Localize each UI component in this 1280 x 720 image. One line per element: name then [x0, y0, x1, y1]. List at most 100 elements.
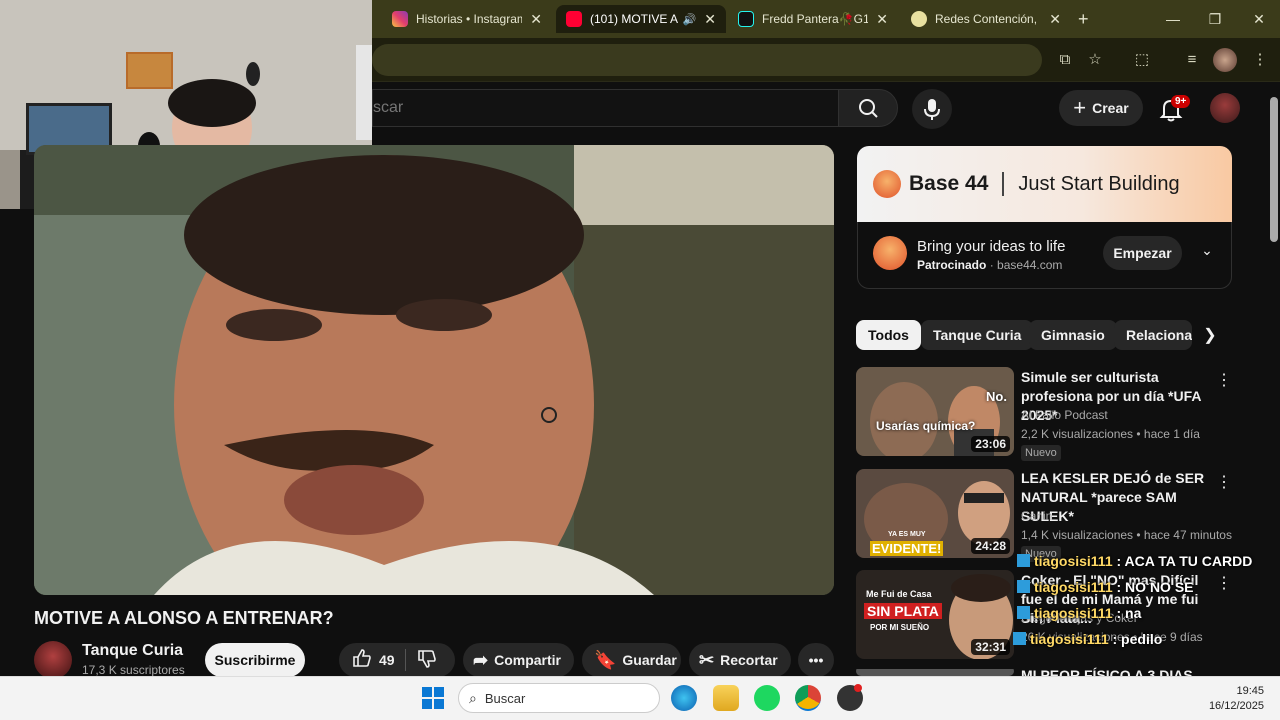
chat-text: : pedilo	[1112, 631, 1163, 647]
rec-thumbnail[interactable]	[856, 666, 1014, 676]
like-button[interactable]	[351, 647, 373, 674]
windows-start-icon[interactable]	[422, 687, 444, 709]
chat-platform-icon	[1017, 554, 1030, 567]
clock-time[interactable]: 19:45	[1200, 685, 1264, 697]
ad-headline[interactable]: Bring your ideas to life	[917, 238, 1065, 255]
address-bar[interactable]	[372, 44, 1042, 76]
chat-username: tiagosisi111	[1030, 631, 1109, 647]
video-frame	[34, 145, 834, 595]
extensions-icon[interactable]: ⬚	[1130, 48, 1154, 72]
video-duration: 32:31	[971, 639, 1010, 655]
scrollbar-thumb[interactable]	[1270, 97, 1278, 242]
restore-icon[interactable]: ❐	[1200, 8, 1230, 30]
plus-icon: +	[1073, 95, 1087, 120]
voice-search-button[interactable]	[912, 89, 952, 129]
search-button[interactable]	[838, 89, 898, 127]
bookmark-icon: 🔖	[594, 649, 617, 670]
chevron-down-icon[interactable]: ⌄	[1197, 242, 1217, 262]
rec-title[interactable]: MI PEOR FÍSICO A 3 DIAS DE	[1021, 666, 1211, 676]
create-button[interactable]: + Crear	[1059, 90, 1143, 126]
rec-channel[interactable]: Canin	[1021, 509, 1052, 523]
search-icon: ⌕	[469, 689, 477, 706]
tab-title: Redes Contención, Ba	[935, 12, 1041, 26]
ad-advertiser-icon[interactable]	[873, 236, 907, 270]
chat-text: : ACA TA TU CARDD	[1116, 553, 1253, 569]
more-vertical-icon[interactable]: ⋮	[1216, 472, 1232, 492]
new-badge: Nuevo	[1021, 445, 1061, 461]
chip-gimnasio[interactable]: Gimnasio	[1029, 320, 1117, 350]
chat-message: tiagosisi111 : ACA TA TU CARDD	[1017, 553, 1252, 569]
microphone-icon	[924, 99, 940, 120]
ad-meta: Patrocinado · base44.com	[917, 258, 1062, 272]
minimize-icon[interactable]: —	[1158, 8, 1188, 30]
more-actions-button[interactable]: •••	[798, 643, 834, 677]
rec-meta: 2,2 K visualizaciones • hace 1 día	[1021, 427, 1200, 441]
browser-menu-icon[interactable]: ⋮	[1248, 48, 1272, 72]
close-tab-icon[interactable]: ✕	[876, 11, 888, 28]
more-vertical-icon[interactable]: ⋮	[1216, 573, 1232, 593]
clip-button[interactable]: ✂ Recortar	[689, 643, 791, 677]
bookmark-star-icon[interactable]: ☆	[1083, 48, 1107, 72]
chat-message: tiagosisi111 : na	[1017, 605, 1141, 621]
spotify-icon[interactable]	[754, 685, 780, 711]
separator-dot: ·	[989, 258, 998, 272]
close-tab-icon[interactable]: ✕	[704, 11, 716, 28]
close-window-icon[interactable]: ✕	[1244, 8, 1274, 30]
notification-dot	[854, 684, 862, 692]
taskbar-search[interactable]: ⌕ Buscar	[458, 683, 660, 713]
chip-todos[interactable]: Todos	[856, 320, 921, 350]
tab-title: Fredd Pantera🥀G18	[762, 12, 869, 26]
ad-banner[interactable]: Base 44 Just Start Building	[857, 146, 1232, 222]
tab-redes[interactable]: Redes Contención, Ba ✕	[901, 5, 1071, 33]
thumbnail-image	[856, 669, 1014, 676]
rec-thumbnail[interactable]: YA ES MUY EVIDENTE! 24:28	[856, 469, 1014, 558]
more-vertical-icon[interactable]: ⋮	[1216, 370, 1232, 390]
profile-avatar[interactable]	[1213, 48, 1237, 72]
dislike-button[interactable]	[416, 648, 438, 673]
save-button[interactable]: 🔖 Guardar	[582, 643, 681, 677]
chat-text: : NO NO SE	[1116, 579, 1194, 595]
chip-tanque-curia[interactable]: Tanque Curia	[921, 320, 1034, 350]
tab-youtube-active[interactable]: (101) MOTIVE A A 🔊 ✕	[556, 5, 726, 33]
chip-relaciona[interactable]: Relaciona	[1114, 320, 1192, 350]
taskbar-search-placeholder: Buscar	[484, 690, 526, 706]
new-tab-button[interactable]: +	[1078, 9, 1089, 30]
channel-name[interactable]: Tanque Curia	[82, 642, 183, 660]
channel-avatar[interactable]	[34, 641, 72, 679]
search-input[interactable]	[373, 90, 838, 126]
account-avatar[interactable]	[1210, 93, 1240, 123]
tab-tiktok[interactable]: Fredd Pantera🥀G18 ✕	[728, 5, 898, 33]
tab-instagram[interactable]: Historias • Instagram ✕	[382, 5, 552, 33]
thumb-text: YA ES MUY	[888, 531, 926, 538]
chrome-icon[interactable]	[795, 685, 821, 711]
file-explorer-icon[interactable]	[713, 685, 739, 711]
speaker-icon[interactable]: 🔊	[683, 13, 697, 26]
thumbs-down-icon	[417, 649, 436, 668]
like-count: 49	[379, 652, 395, 668]
create-label: Crear	[1092, 100, 1129, 116]
rec-thumbnail[interactable]: Usarías química? No. 23:06	[856, 367, 1014, 456]
save-label: Guardar	[622, 652, 677, 668]
close-tab-icon[interactable]: ✕	[530, 11, 542, 28]
chevron-right-icon[interactable]: ❯	[1200, 325, 1220, 345]
video-duration: 23:06	[971, 436, 1010, 452]
close-tab-icon[interactable]: ✕	[1049, 11, 1061, 28]
clock-date[interactable]: 16/12/2025	[1176, 700, 1264, 712]
ad-cta-button[interactable]: Empezar	[1103, 236, 1182, 270]
chat-username: tiagosisi111	[1034, 605, 1113, 621]
more-horizontal-icon: •••	[808, 652, 824, 668]
share-button[interactable]: ➦ Compartir	[463, 643, 574, 677]
video-player[interactable]	[34, 145, 834, 595]
chat-platform-icon	[1013, 632, 1026, 645]
rec-thumbnail[interactable]: Me Fui de Casa SIN PLATA POR MI SUEÑO 32…	[856, 570, 1014, 659]
edge-icon[interactable]	[671, 685, 697, 711]
media-controls-icon[interactable]: ≡	[1180, 48, 1204, 72]
ad-tagline: Just Start Building	[1018, 172, 1180, 195]
clip-label: Recortar	[720, 652, 778, 668]
youtube-search-box[interactable]	[372, 89, 838, 127]
subscribe-button[interactable]: Suscribirme	[205, 643, 305, 677]
install-app-icon[interactable]: ⧉	[1053, 48, 1077, 72]
rec-channel[interactable]: Al Fallo Podcast	[1021, 408, 1108, 422]
like-dislike-group: 49	[339, 643, 455, 677]
scissors-icon: ✂	[699, 649, 715, 670]
